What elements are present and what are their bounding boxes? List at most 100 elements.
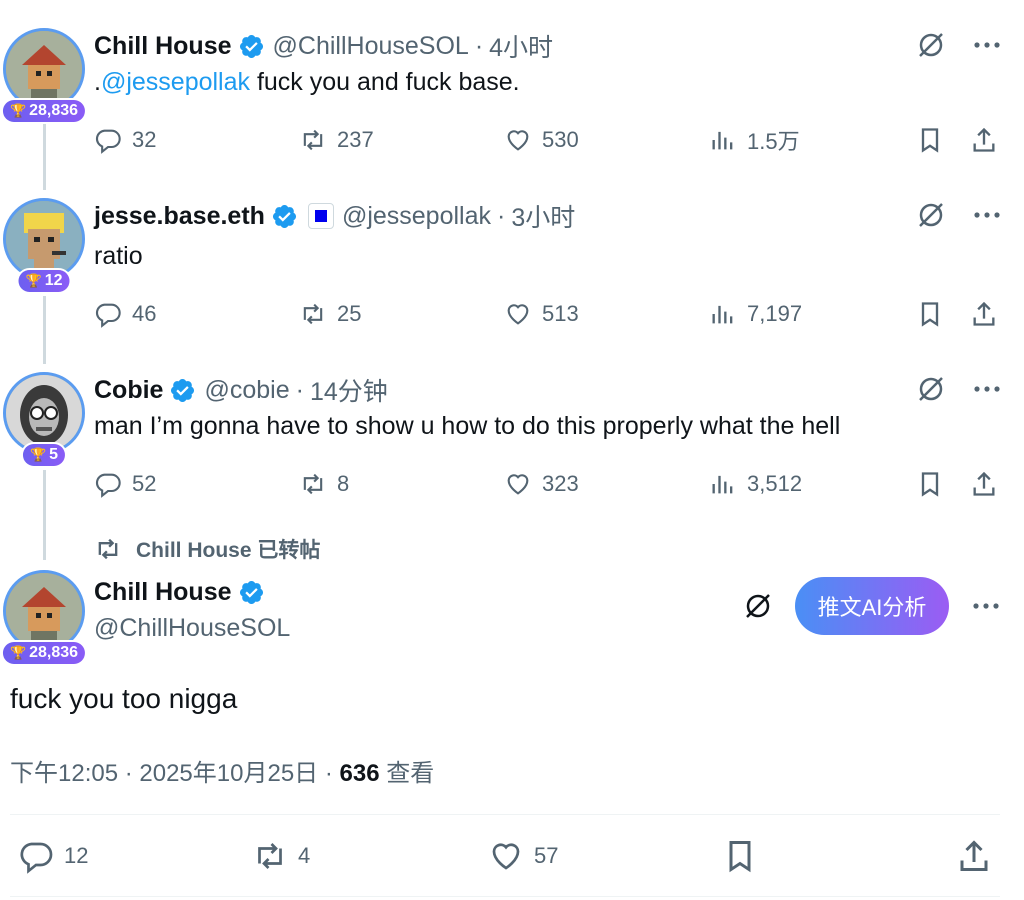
trophy-icon: 🏆 <box>9 645 27 660</box>
grok-icon[interactable] <box>916 30 946 60</box>
reply-icon <box>20 842 53 874</box>
like-count: 57 <box>534 843 559 868</box>
tweet-header: Chill House @ChillHouseSOL · 4小时 <box>94 28 553 64</box>
bookmark-icon <box>729 841 751 873</box>
like-button[interactable]: 323 <box>504 470 579 498</box>
author-name[interactable]: Cobie <box>94 376 163 405</box>
more-icon[interactable] <box>974 41 1000 49</box>
author-handle[interactable]: @cobie <box>204 376 289 405</box>
views-button[interactable]: 3,512 <box>709 470 802 498</box>
punk-avatar-icon <box>6 201 82 277</box>
more-icon[interactable] <box>974 385 1000 393</box>
divider <box>10 896 1000 897</box>
retweet-button[interactable]: 237 <box>299 126 374 154</box>
timestamp[interactable]: 14分钟 <box>310 372 388 408</box>
main-tweet-actions: 12 4 57 <box>0 834 1024 880</box>
author-name[interactable]: jesse.base.eth <box>94 202 265 231</box>
reply-button[interactable]: 46 <box>94 300 156 328</box>
reply-button[interactable]: 32 <box>94 126 156 154</box>
reply-icon <box>95 473 121 498</box>
retweet-button[interactable]: 4 <box>252 838 310 874</box>
retweet-button[interactable]: 25 <box>299 300 361 328</box>
reply-button[interactable]: 52 <box>94 470 156 498</box>
avatar-jesse[interactable]: 🏆 12 <box>3 198 85 292</box>
bookmark-icon <box>921 472 939 497</box>
tweet-actions: 52 8 323 3,512 <box>94 466 1000 502</box>
views-icon <box>712 305 733 324</box>
author-name[interactable]: Chill House <box>94 578 232 607</box>
retweet-icon <box>303 303 323 325</box>
like-button[interactable]: 530 <box>504 126 579 154</box>
more-icon[interactable] <box>973 602 999 610</box>
retweet-count: 8 <box>337 471 350 496</box>
thread-line <box>43 470 46 560</box>
tweet-text: man I’m gonna have to show u how to do t… <box>94 412 841 440</box>
grok-icon[interactable] <box>916 374 946 404</box>
trophy-icon: 🏆 <box>25 273 42 288</box>
trophy-badge: 🏆 28,836 <box>2 100 86 122</box>
avatar-chill-house[interactable]: 🏆 28,836 <box>2 28 86 122</box>
tweet-header-actions <box>916 200 1000 230</box>
grok-icon[interactable] <box>916 200 946 230</box>
house-avatar-icon <box>6 31 82 107</box>
tweet-datetime[interactable]: 下午12:05 · 2025年10月25日 · <box>10 760 340 787</box>
share-button[interactable] <box>956 838 992 874</box>
views-button[interactable]: 1.5万 <box>709 124 800 156</box>
portrait-avatar-icon <box>6 375 82 451</box>
thread-line <box>43 124 46 190</box>
timestamp[interactable]: 4小时 <box>489 28 553 64</box>
share-button[interactable] <box>970 126 998 154</box>
main-tweet-text: fuck you too nigga <box>10 683 238 714</box>
like-count: 323 <box>542 471 579 496</box>
bookmark-button[interactable] <box>916 470 944 498</box>
author-handle[interactable]: @jessepollak <box>342 202 491 231</box>
avatar-chill-house-main[interactable]: 🏆 28,836 <box>2 570 86 664</box>
retweet-context[interactable]: Chill House 已转帖 <box>94 534 320 564</box>
bookmark-button[interactable] <box>916 300 944 328</box>
tweet-actions: 32 237 530 1.5万 <box>94 122 1000 158</box>
text-prefix: . <box>94 68 101 96</box>
affiliate-badge[interactable] <box>307 203 334 229</box>
house-avatar-icon <box>6 573 82 649</box>
like-button[interactable]: 57 <box>488 838 558 874</box>
tweet-header-actions <box>916 30 1000 60</box>
badge-count: 28,836 <box>29 644 79 661</box>
views-button[interactable]: 7,197 <box>709 300 802 328</box>
trophy-badge: 🏆 5 <box>22 444 66 466</box>
share-button[interactable] <box>970 300 998 328</box>
views-icon <box>712 475 733 494</box>
retweet-button[interactable]: 8 <box>299 470 349 498</box>
grok-icon[interactable] <box>743 591 773 621</box>
retweet-icon <box>303 473 323 495</box>
mention-link[interactable]: @jessepollak <box>101 68 250 96</box>
reply-button[interactable]: 12 <box>18 838 88 874</box>
timestamp[interactable]: 3小时 <box>511 198 575 234</box>
ai-analysis-button[interactable]: 推文AI分析 <box>795 577 949 635</box>
heart-icon <box>507 130 529 151</box>
bookmark-button[interactable] <box>722 838 758 874</box>
share-icon <box>973 301 995 326</box>
author-handle[interactable]: @ChillHouseSOL <box>94 614 290 643</box>
author-name[interactable]: Chill House <box>94 32 232 61</box>
views-icon <box>712 131 733 150</box>
retweet-icon <box>303 129 323 151</box>
heart-icon <box>507 304 529 325</box>
like-button[interactable]: 513 <box>504 300 579 328</box>
more-icon[interactable] <box>974 211 1000 219</box>
tweet-text: .@jessepollak fuck you and fuck base. <box>94 68 520 97</box>
trophy-badge: 🏆 12 <box>18 270 70 292</box>
verified-icon <box>239 34 263 58</box>
trophy-badge: 🏆 28,836 <box>2 642 86 664</box>
verified-icon <box>272 204 296 228</box>
retweet-count: 25 <box>337 301 362 326</box>
reply-count: 12 <box>64 843 89 868</box>
author-handle[interactable]: @ChillHouseSOL <box>273 32 469 61</box>
trophy-icon: 🏆 <box>9 103 27 118</box>
avatar-cobie[interactable]: 🏆 5 <box>3 372 85 466</box>
separator-dot: · <box>295 375 304 404</box>
main-author: Chill House <box>94 578 265 607</box>
tweet-actions: 46 25 513 7,197 <box>94 296 1000 332</box>
share-button[interactable] <box>970 470 998 498</box>
tweet-header: jesse.base.eth @jessepollak · 3小时 <box>94 198 575 234</box>
bookmark-button[interactable] <box>916 126 944 154</box>
